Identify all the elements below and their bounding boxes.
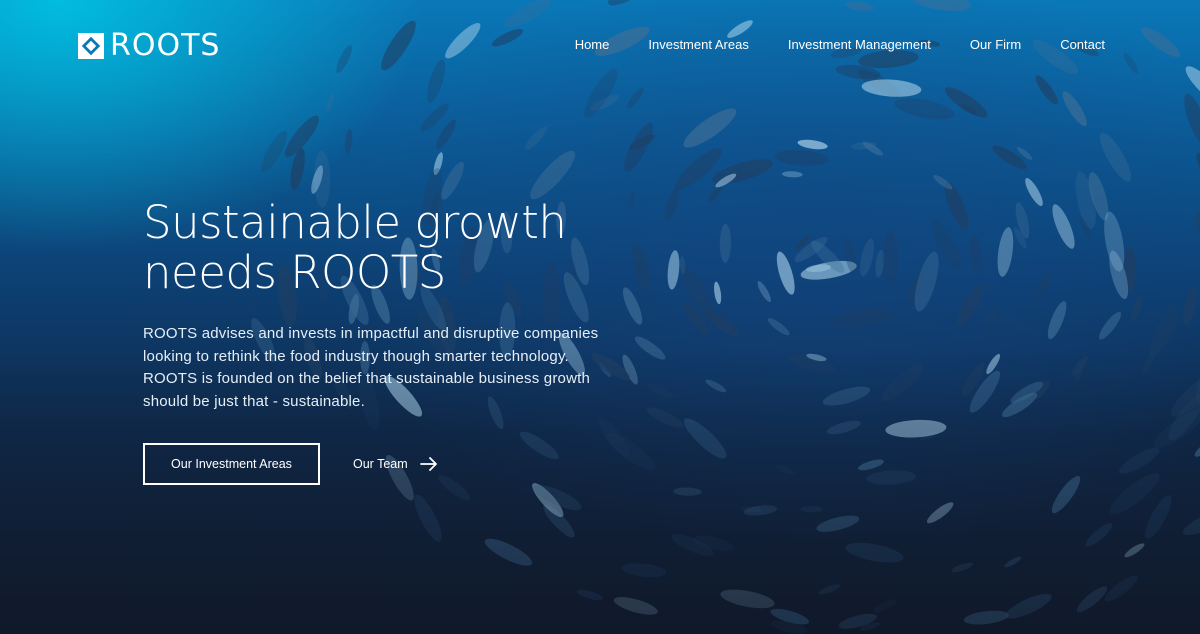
background-shade bbox=[0, 0, 1200, 634]
investment-areas-button[interactable]: Our Investment Areas bbox=[143, 443, 320, 485]
arrow-right-icon bbox=[419, 457, 437, 471]
brand-logo[interactable]: ROOTS bbox=[78, 30, 220, 62]
main-nav: Home Investment Areas Investment Managem… bbox=[575, 36, 1105, 54]
site-header: ROOTS Home Investment Areas Investment M… bbox=[0, 0, 1200, 90]
nav-investment-management[interactable]: Investment Management bbox=[788, 36, 931, 54]
nav-our-firm[interactable]: Our Firm bbox=[970, 36, 1021, 54]
diamond-logo-icon bbox=[78, 33, 104, 59]
our-team-link[interactable]: Our Team bbox=[353, 452, 438, 476]
nav-investment-areas[interactable]: Investment Areas bbox=[648, 36, 748, 54]
our-team-label: Our Team bbox=[353, 457, 408, 471]
headline-line-2: needs ROOTS bbox=[143, 246, 446, 299]
nav-home[interactable]: Home bbox=[575, 36, 610, 54]
nav-contact[interactable]: Contact bbox=[1060, 36, 1105, 54]
hero-section: ROOTS Home Investment Areas Investment M… bbox=[0, 0, 1200, 634]
hero-headline: Sustainable growth needs ROOTS bbox=[143, 198, 663, 298]
headline-line-1: Sustainable growth bbox=[143, 196, 567, 249]
hero-description: ROOTS advises and invests in impactful a… bbox=[143, 325, 599, 410]
brand-name: ROOTS bbox=[110, 28, 221, 63]
